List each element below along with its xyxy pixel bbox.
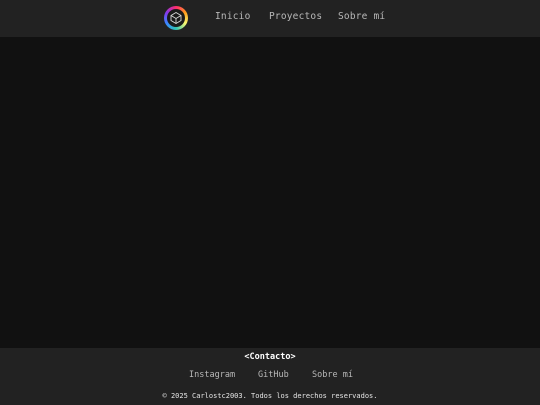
page: Inicio Proyectos Sobre mí <Contacto> Ins… bbox=[0, 0, 540, 405]
footer-link-sobre-mi[interactable]: Sobre mí bbox=[312, 370, 353, 380]
top-navbar: Inicio Proyectos Sobre mí bbox=[0, 0, 540, 37]
footer-link-github[interactable]: GitHub bbox=[258, 370, 289, 380]
footer-title: <Contacto> bbox=[244, 352, 296, 362]
footer-link-instagram[interactable]: Instagram bbox=[189, 370, 235, 380]
logo-inner bbox=[167, 9, 185, 27]
nav-link-sobre-mi[interactable]: Sobre mí bbox=[338, 11, 385, 22]
nav-link-proyectos[interactable]: Proyectos bbox=[269, 11, 322, 22]
footer: <Contacto> Instagram GitHub Sobre mí © 2… bbox=[0, 348, 540, 405]
nav-link-inicio[interactable]: Inicio bbox=[215, 11, 251, 22]
main-content bbox=[0, 37, 540, 348]
logo-icon[interactable] bbox=[164, 6, 188, 30]
copyright-text: © 2025 Carlostc2003. Todos los derechos … bbox=[162, 392, 378, 400]
cube-icon bbox=[170, 11, 182, 25]
